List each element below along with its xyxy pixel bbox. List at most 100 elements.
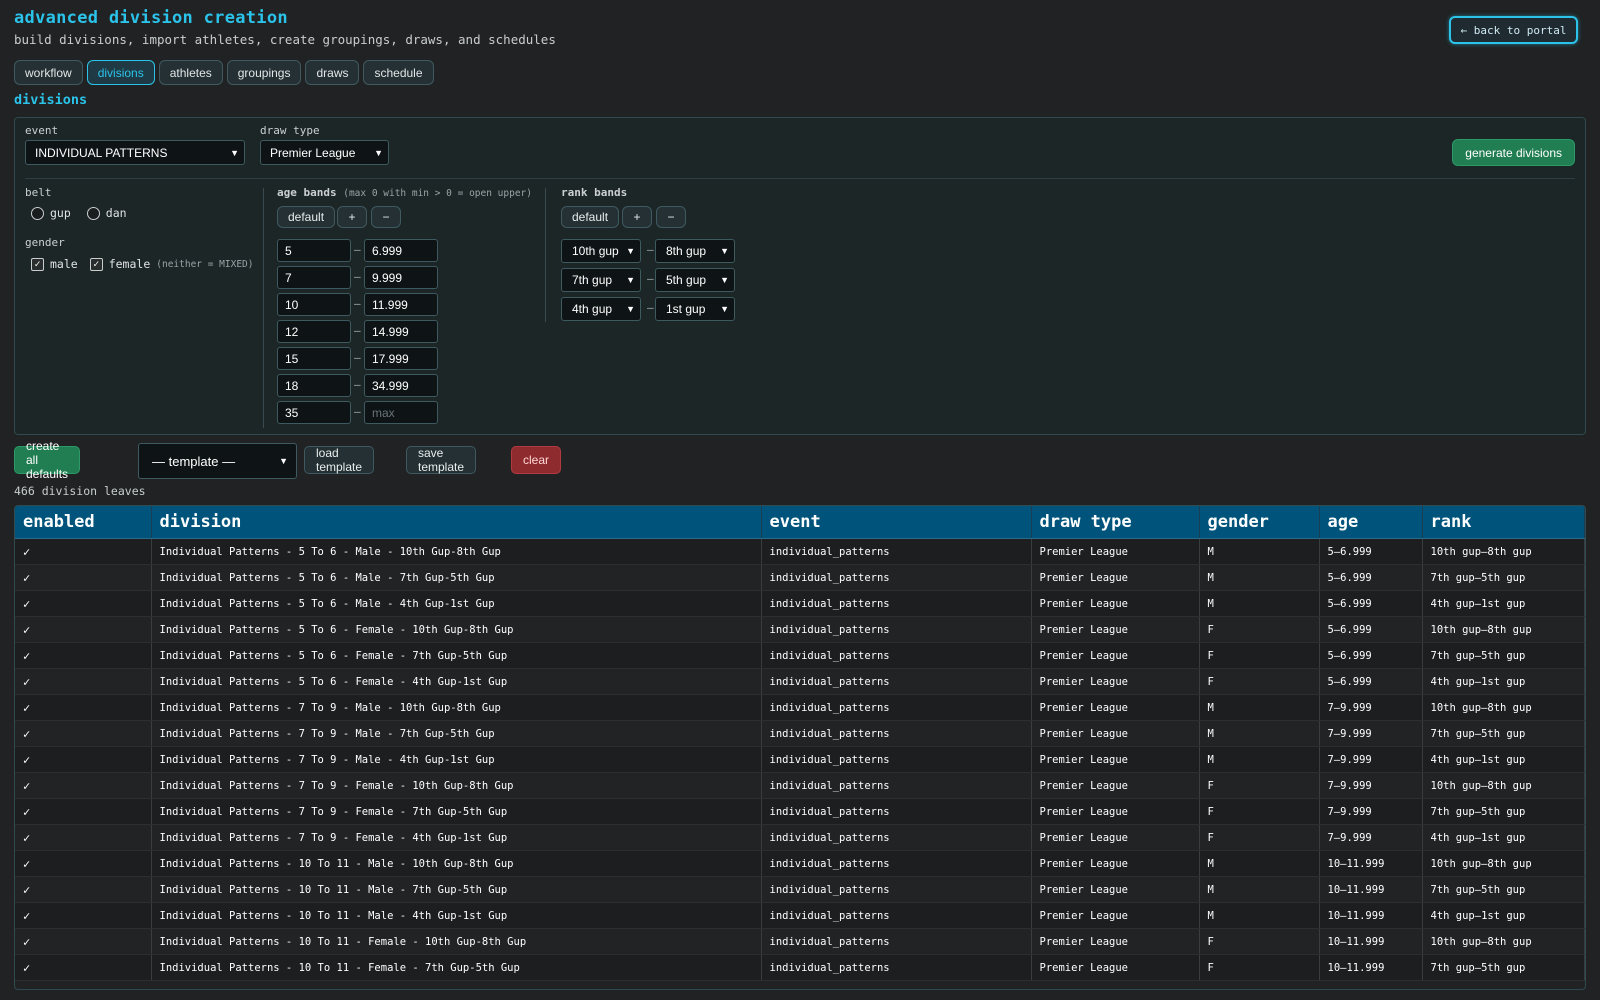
- table-row[interactable]: ✓ Individual Patterns - 7 To 9 - Male - 7…: [15, 720, 1585, 747]
- age-cell: 5–6.999: [1319, 668, 1423, 695]
- save-template-button[interactable]: save template: [406, 446, 477, 474]
- enabled-cell[interactable]: ✓: [15, 538, 152, 565]
- age-min-input[interactable]: 35: [277, 401, 351, 424]
- enabled-cell[interactable]: ✓: [15, 668, 152, 695]
- event-select[interactable]: INDIVIDUAL PATTERNS ▼: [25, 140, 245, 165]
- column-header-gender[interactable]: gender: [1199, 506, 1320, 539]
- rank-from-select[interactable]: 4th gup ▼: [561, 297, 641, 321]
- template-select[interactable]: — template — ▼: [138, 443, 297, 479]
- age-min-input[interactable]: 12: [277, 320, 351, 343]
- table-row[interactable]: ✓ Individual Patterns - 5 To 6 - Female -…: [15, 668, 1585, 695]
- column-header-age[interactable]: age: [1319, 506, 1423, 539]
- enabled-cell[interactable]: ✓: [15, 850, 152, 877]
- range-dash: –: [354, 405, 361, 418]
- table-row[interactable]: ✓ Individual Patterns - 10 To 11 - Female…: [15, 928, 1585, 955]
- enabled-cell[interactable]: ✓: [15, 564, 152, 591]
- rank-to-select[interactable]: 1st gup ▼: [655, 297, 735, 321]
- column-header-division[interactable]: division: [151, 506, 762, 539]
- age-min-input[interactable]: 10: [277, 293, 351, 316]
- rank-from-value: 4th gup: [572, 302, 613, 316]
- enabled-cell[interactable]: ✓: [15, 720, 152, 747]
- belt-label: belt: [25, 186, 52, 199]
- age-min-input[interactable]: 18: [277, 374, 351, 397]
- age-remove-button[interactable]: −: [371, 206, 401, 228]
- column-header-event[interactable]: event: [761, 506, 1032, 539]
- back-to-portal-button[interactable]: ← back to portal: [1449, 16, 1578, 44]
- column-divider: [263, 188, 264, 428]
- enabled-cell[interactable]: ✓: [15, 954, 152, 981]
- table-row[interactable]: ✓ Individual Patterns - 7 To 9 - Male - 4…: [15, 746, 1585, 773]
- enabled-cell[interactable]: ✓: [15, 928, 152, 955]
- rank-remove-button[interactable]: −: [656, 206, 686, 228]
- generate-divisions-button[interactable]: generate divisions: [1452, 139, 1575, 166]
- column-header-rank[interactable]: rank: [1422, 506, 1585, 539]
- create-all-defaults-button[interactable]: create all defaults: [14, 439, 81, 481]
- table-row[interactable]: ✓ Individual Patterns - 5 To 6 - Female -…: [15, 642, 1585, 669]
- rank-add-button[interactable]: +: [622, 206, 652, 228]
- clear-button[interactable]: clear: [511, 446, 562, 474]
- table-row[interactable]: ✓ Individual Patterns - 5 To 6 - Female -…: [15, 616, 1585, 643]
- age-max-input[interactable]: 9.999: [364, 266, 438, 289]
- rank-from-select[interactable]: 10th gup ▼: [561, 239, 641, 263]
- rank-to-select[interactable]: 5th gup ▼: [655, 268, 735, 292]
- tab-workflow[interactable]: workflow: [14, 60, 83, 85]
- enabled-cell[interactable]: ✓: [15, 616, 152, 643]
- age-max-input[interactable]: 14.999: [364, 320, 438, 343]
- enabled-cell[interactable]: ✓: [15, 824, 152, 851]
- age-max-input[interactable]: 6.999: [364, 239, 438, 262]
- table-row[interactable]: ✓ Individual Patterns - 10 To 11 - Male -…: [15, 850, 1585, 877]
- rank-from-value: 10th gup: [572, 244, 619, 258]
- load-template-button[interactable]: load template: [304, 446, 375, 474]
- tab-groupings[interactable]: groupings: [226, 60, 302, 85]
- belt-gup-radio[interactable]: [31, 206, 44, 220]
- rank-from-select[interactable]: 7th gup ▼: [561, 268, 641, 292]
- range-dash: –: [647, 243, 654, 256]
- enabled-cell[interactable]: ✓: [15, 772, 152, 799]
- table-row[interactable]: ✓ Individual Patterns - 7 To 9 - Male - 1…: [15, 694, 1585, 721]
- gender-cell: F: [1199, 642, 1320, 669]
- rank-default-button[interactable]: default: [561, 206, 620, 228]
- table-row[interactable]: ✓ Individual Patterns - 7 To 9 - Female -…: [15, 824, 1585, 851]
- gender-male-checkbox[interactable]: ✓: [31, 257, 44, 271]
- age-max-input[interactable]: max: [364, 401, 438, 424]
- enabled-cell[interactable]: ✓: [15, 798, 152, 825]
- table-row[interactable]: ✓ Individual Patterns - 5 To 6 - Male - 7…: [15, 564, 1585, 591]
- column-header-draw-type[interactable]: draw type: [1031, 506, 1200, 539]
- tab-draws[interactable]: draws: [305, 60, 360, 85]
- enabled-cell[interactable]: ✓: [15, 642, 152, 669]
- range-dash: –: [354, 351, 361, 364]
- tab-athletes[interactable]: athletes: [158, 60, 223, 85]
- table-row[interactable]: ✓ Individual Patterns - 10 To 11 - Male -…: [15, 902, 1585, 929]
- tab-schedule[interactable]: schedule: [363, 60, 434, 85]
- table-row[interactable]: ✓ Individual Patterns - 10 To 11 - Female…: [15, 954, 1585, 981]
- rank-to-select[interactable]: 8th gup ▼: [655, 239, 735, 263]
- age-max-input[interactable]: 34.999: [364, 374, 438, 397]
- belt-dan-radio[interactable]: [86, 206, 100, 220]
- enabled-cell[interactable]: ✓: [15, 876, 152, 903]
- enabled-cell[interactable]: ✓: [15, 694, 152, 721]
- tab-divisions[interactable]: divisions: [86, 60, 155, 85]
- age-max-input[interactable]: 11.999: [364, 293, 438, 316]
- table-row[interactable]: ✓ Individual Patterns - 7 To 9 - Female -…: [15, 798, 1585, 825]
- enabled-cell[interactable]: ✓: [15, 902, 152, 929]
- age-min-input[interactable]: 7: [277, 266, 351, 289]
- table-row[interactable]: ✓ Individual Patterns - 10 To 11 - Male -…: [15, 876, 1585, 903]
- age-max-input[interactable]: 17.999: [364, 347, 438, 370]
- gender-female-checkbox[interactable]: ✓: [89, 257, 103, 271]
- age-min-input[interactable]: 15: [277, 347, 351, 370]
- age-min-input[interactable]: 5: [277, 239, 351, 262]
- table-row[interactable]: ✓ Individual Patterns - 5 To 6 - Male - 1…: [15, 538, 1585, 565]
- enabled-cell[interactable]: ✓: [15, 590, 152, 617]
- age-default-button[interactable]: default: [277, 206, 336, 228]
- column-header-enabled[interactable]: enabled: [15, 506, 152, 539]
- division-cell: Individual Patterns - 10 To 11 - Male - …: [151, 850, 762, 877]
- gender-male-label: male: [50, 257, 78, 271]
- age-cell: 7–9.999: [1319, 694, 1423, 721]
- draw-type-select[interactable]: Premier League ▼: [260, 140, 389, 165]
- age-add-button[interactable]: +: [337, 206, 367, 228]
- rank-cell: 4th gup–1st gup: [1422, 668, 1585, 695]
- table-row[interactable]: ✓ Individual Patterns - 7 To 9 - Female -…: [15, 772, 1585, 799]
- enabled-cell[interactable]: ✓: [15, 746, 152, 773]
- table-row[interactable]: ✓ Individual Patterns - 5 To 6 - Male - 4…: [15, 590, 1585, 617]
- division-cell: Individual Patterns - 7 To 9 - Male - 7t…: [151, 720, 762, 747]
